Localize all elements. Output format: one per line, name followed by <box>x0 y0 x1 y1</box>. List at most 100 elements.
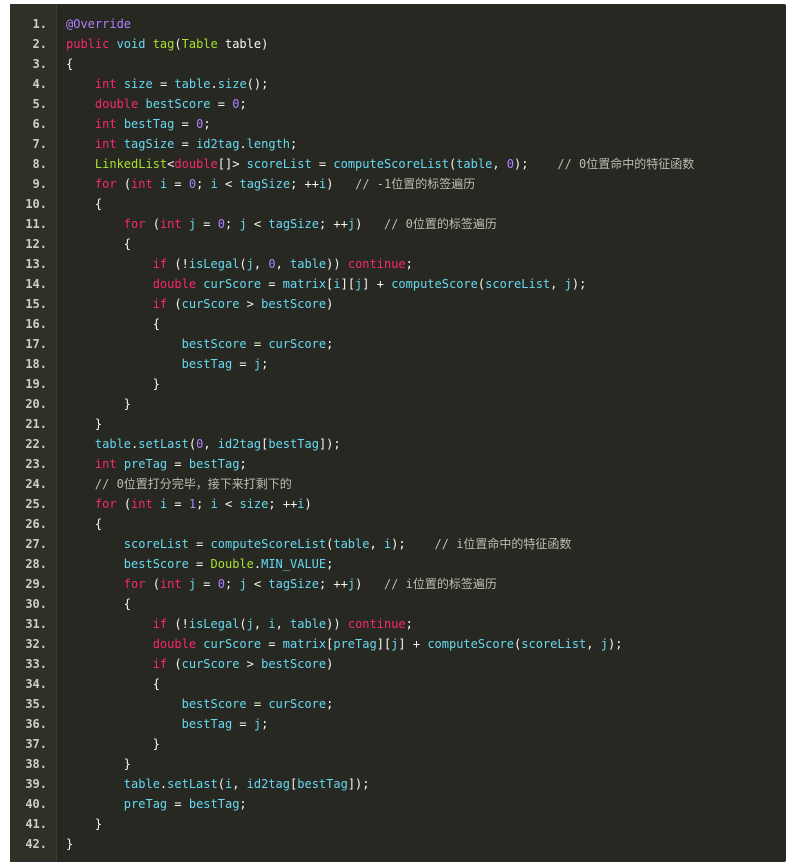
code-token: (! <box>174 617 189 631</box>
code-token: bestScore <box>181 697 247 711</box>
line-number: 21. <box>25 417 47 431</box>
code-token: double <box>152 277 204 291</box>
code-line: 40. preTag = bestTag; <box>10 794 786 814</box>
code-token: setLast <box>138 437 189 451</box>
line-code: if (!isLegal(j, i, table)) continue; <box>66 614 413 634</box>
line-number: 37. <box>25 737 47 751</box>
code-token: = <box>196 217 218 231</box>
code-token: if <box>152 657 175 671</box>
line-number: 24. <box>25 477 47 491</box>
code-token: int <box>131 177 160 191</box>
line-code: } <box>66 834 73 854</box>
code-line: 18. bestTag = j; <box>10 354 786 374</box>
code-line: 33. if (curScore > bestScore) <box>10 654 786 674</box>
code-token: = <box>188 557 211 571</box>
code-token: } <box>66 397 132 411</box>
line-code: if (curScore > bestScore) <box>66 654 334 674</box>
code-token: int <box>94 137 124 151</box>
code-token: setLast <box>167 777 218 791</box>
code-token: , <box>550 277 565 291</box>
code-token: int <box>159 217 189 231</box>
code-token: j <box>347 217 356 231</box>
code-token: = <box>167 497 189 511</box>
code-token: double <box>152 637 204 651</box>
line-code: { <box>66 194 102 214</box>
line-code: table.setLast(0, id2tag[bestTag]); <box>66 434 341 454</box>
code-token: j <box>246 257 254 271</box>
code-token: table <box>123 777 160 791</box>
line-code: bestScore = curScore; <box>66 694 334 714</box>
code-token: Table <box>181 37 218 51</box>
line-number: 32. <box>25 637 47 651</box>
code-line: 21. } <box>10 414 786 434</box>
code-token: tagSize <box>123 137 175 151</box>
line-number: 1. <box>32 17 47 31</box>
code-token: i <box>268 617 276 631</box>
code-token: double <box>174 157 218 171</box>
code-token: j <box>253 357 262 371</box>
code-token: int <box>159 577 189 591</box>
line-code: double bestScore = 0; <box>66 94 247 114</box>
line-code: bestScore = curScore; <box>66 334 334 354</box>
code-token: double <box>94 97 146 111</box>
line-code: bestTag = j; <box>66 714 269 734</box>
code-token: ( <box>123 497 132 511</box>
line-number: 41. <box>25 817 47 831</box>
code-token: . <box>210 77 218 91</box>
code-token: 0 <box>506 157 515 171</box>
line-number: 29. <box>25 577 47 591</box>
line-number: 14. <box>25 277 47 291</box>
code-token: j <box>564 277 572 291</box>
code-line: 20. } <box>10 394 786 414</box>
code-token: ; <box>405 257 413 271</box>
code-token: i <box>210 497 218 511</box>
code-token: = <box>210 97 233 111</box>
code-token: scoreList <box>123 537 189 551</box>
code-token: id2tag <box>217 437 262 451</box>
code-token: // 0位置的标签遍历 <box>384 217 497 231</box>
line-code: } <box>66 374 160 394</box>
line-code: LinkedList<double[]> scoreList = compute… <box>66 154 694 174</box>
code-line: 36. bestTag = j; <box>10 714 786 734</box>
line-number: 34. <box>25 677 47 691</box>
code-line: 24. // 0位置打分完毕，接下来打剩下的 <box>10 474 786 494</box>
code-token: bestTag <box>188 797 240 811</box>
code-token: } <box>66 377 160 391</box>
line-number: 40. <box>25 797 47 811</box>
code-line: 37. } <box>10 734 786 754</box>
code-token: j <box>239 217 247 231</box>
code-token: // 0位置命中的特征函数 <box>557 157 695 171</box>
code-token: @Override <box>66 17 132 31</box>
code-line: 16. { <box>10 314 786 334</box>
code-token: bestScore <box>181 337 247 351</box>
code-token: j <box>246 617 254 631</box>
code-line: 12. { <box>10 234 786 254</box>
line-number: 26. <box>25 517 47 531</box>
code-token: bestScore <box>261 297 327 311</box>
code-token: ; <box>196 497 211 511</box>
line-number: 12. <box>25 237 47 251</box>
line-number: 33. <box>25 657 47 671</box>
line-code: for (int i = 0; i < tagSize; ++i) // -1位… <box>66 174 475 194</box>
line-code: } <box>66 734 160 754</box>
code-token: id2tag <box>246 777 291 791</box>
code-token: id2tag <box>196 137 240 151</box>
code-token: } <box>66 417 103 431</box>
code-token: = <box>196 577 218 591</box>
line-number: 42. <box>25 837 47 851</box>
code-token: matrix <box>282 637 327 651</box>
line-code: scoreList = computeScoreList(table, i); … <box>66 534 572 554</box>
code-token: { <box>66 597 132 611</box>
code-token: tag <box>152 37 175 51</box>
